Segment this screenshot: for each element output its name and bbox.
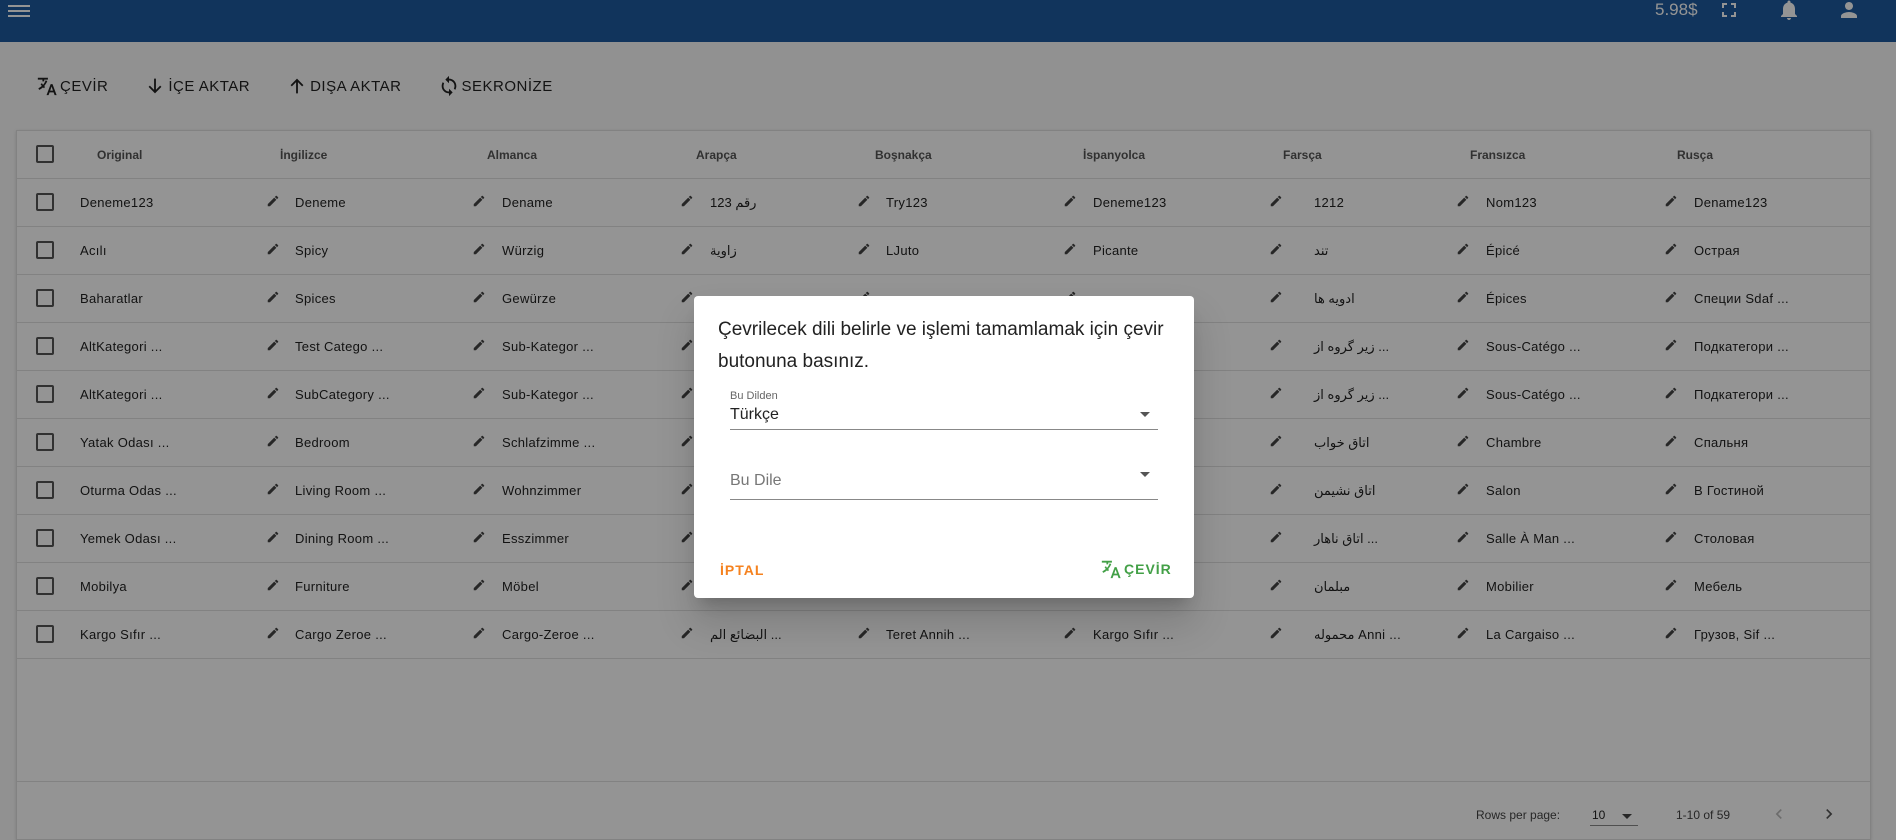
- source-language-select[interactable]: Bu Dilden Türkçe: [730, 390, 1158, 430]
- translate-dialog: Çevrilecek dili belirle ve işlemi tamaml…: [694, 296, 1194, 598]
- cancel-button[interactable]: İPTAL: [720, 562, 764, 578]
- source-language-label: Bu Dilden: [730, 390, 778, 402]
- cancel-button-label: İPTAL: [720, 562, 765, 578]
- target-language-select[interactable]: Bu Dile: [730, 460, 1158, 500]
- chevron-down-icon: [1140, 472, 1150, 477]
- target-language-placeholder: Bu Dile: [730, 472, 782, 489]
- translate-icon: [1101, 560, 1121, 579]
- chevron-down-icon: [1140, 412, 1150, 417]
- source-language-value: Türkçe: [730, 406, 779, 423]
- confirm-button-label: ÇEVİR: [1124, 561, 1172, 577]
- confirm-translate-button[interactable]: ÇEVİR: [1100, 558, 1172, 580]
- dialog-title: Çevrilecek dili belirle ve işlemi tamaml…: [718, 319, 1164, 372]
